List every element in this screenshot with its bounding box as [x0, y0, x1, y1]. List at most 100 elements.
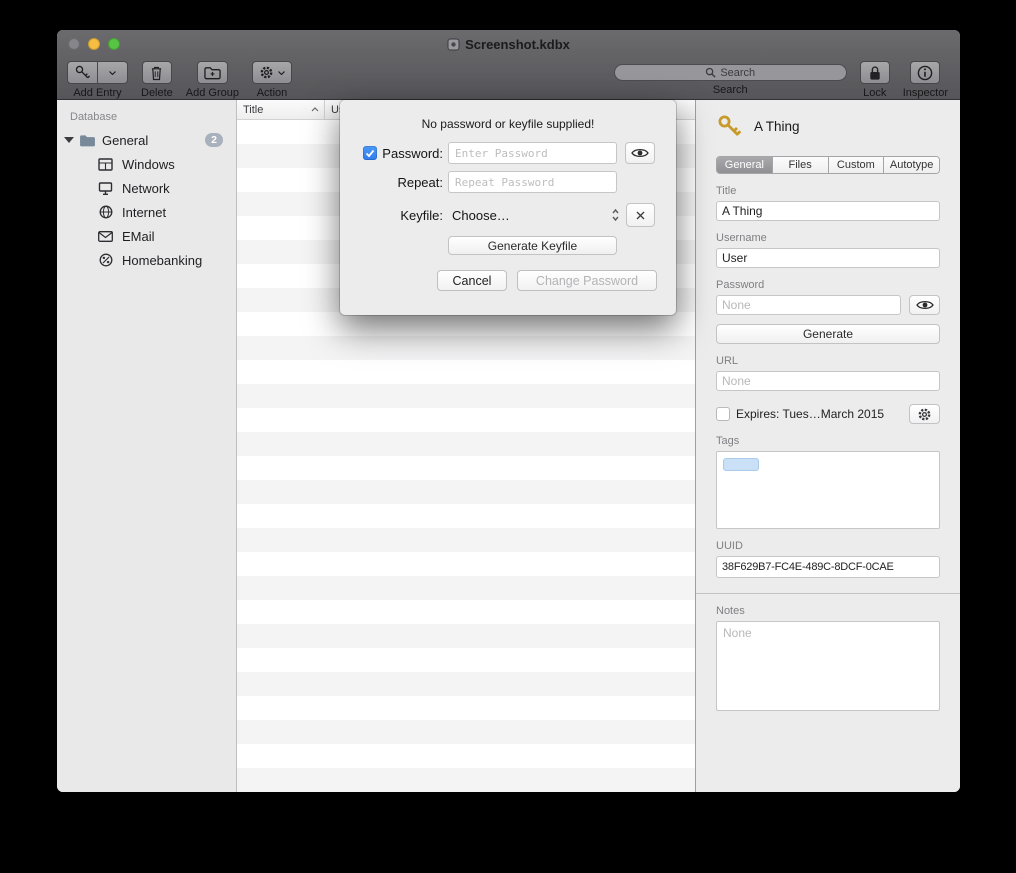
list-row[interactable] [237, 552, 695, 576]
tags-field[interactable] [716, 451, 940, 529]
dialog-repeat-input[interactable] [448, 171, 617, 193]
inspector-button[interactable] [910, 61, 940, 84]
toolbar-item-inspector: Inspector [903, 61, 948, 99]
lock-label: Lock [863, 87, 886, 99]
trash-icon [150, 65, 163, 81]
folder-plus-icon [204, 66, 221, 80]
list-row[interactable] [237, 336, 695, 360]
uuid-field[interactable] [716, 556, 940, 578]
list-row[interactable] [237, 456, 695, 480]
checkmark-icon [365, 149, 375, 158]
list-row[interactable] [237, 360, 695, 384]
keyfile-popup-button[interactable]: Choose… [448, 203, 622, 227]
list-row[interactable] [237, 408, 695, 432]
group-label: Homebanking [122, 253, 202, 268]
list-row[interactable] [237, 768, 695, 792]
list-row[interactable] [237, 384, 695, 408]
delete-button[interactable] [142, 61, 172, 84]
dialog-password-label: Password: [382, 146, 443, 161]
group-label: General [102, 133, 205, 148]
entry-key-icon [716, 113, 742, 139]
sidebar-item-email[interactable]: EMail [57, 224, 236, 248]
list-row[interactable] [237, 624, 695, 648]
notes-field[interactable] [716, 621, 940, 711]
list-row[interactable] [237, 504, 695, 528]
toolbar-item-lock: Lock [860, 61, 890, 99]
url-field-label: URL [716, 355, 940, 367]
search-input[interactable]: Search [614, 64, 847, 81]
dialog-repeat-label: Repeat: [397, 175, 443, 190]
list-row[interactable] [237, 648, 695, 672]
entry-count-badge: 2 [205, 133, 223, 147]
homebanking-icon [97, 253, 114, 267]
password-checkbox[interactable] [363, 146, 377, 160]
disclosure-triangle-icon[interactable] [64, 137, 74, 143]
username-field[interactable] [716, 248, 940, 268]
sidebar: Database General 2 Windows Network Inter… [57, 100, 237, 792]
dialog-password-input[interactable] [448, 142, 617, 164]
list-row[interactable] [237, 480, 695, 504]
toolbar-item-search: Search Search [614, 61, 847, 96]
generate-password-button[interactable]: Generate [716, 324, 940, 344]
title-field[interactable] [716, 201, 940, 221]
dialog-message: No password or keyfile supplied! [340, 117, 676, 131]
list-row[interactable] [237, 696, 695, 720]
uuid-field-label: UUID [716, 540, 940, 552]
tab-general[interactable]: General [717, 157, 772, 173]
generate-keyfile-button[interactable]: Generate Keyfile [448, 236, 617, 255]
change-password-button[interactable]: Change Password [517, 270, 657, 291]
list-row[interactable] [237, 600, 695, 624]
inspector-label: Inspector [903, 87, 948, 99]
add-entry-button[interactable] [67, 61, 98, 84]
tab-files[interactable]: Files [772, 157, 828, 173]
entry-title: A Thing [754, 119, 800, 134]
lock-button[interactable] [860, 61, 890, 84]
list-row[interactable] [237, 528, 695, 552]
eye-icon [631, 147, 649, 159]
change-password-dialog: No password or keyfile supplied! Passwor… [340, 100, 676, 315]
url-field[interactable] [716, 371, 940, 391]
sidebar-item-homebanking[interactable]: Homebanking [57, 248, 236, 272]
lock-icon [868, 65, 882, 81]
tag-chip[interactable] [723, 458, 759, 471]
title-field-label: Title [716, 185, 940, 197]
group-label: EMail [122, 229, 155, 244]
search-icon [705, 67, 716, 78]
list-row[interactable] [237, 312, 695, 336]
document-icon [447, 38, 460, 51]
add-group-button[interactable] [197, 61, 228, 84]
gear-icon [259, 65, 274, 80]
folder-icon [79, 134, 96, 147]
clear-keyfile-button[interactable] [626, 203, 655, 227]
list-row[interactable] [237, 576, 695, 600]
inspector-tabs: General Files Custom Autotype [716, 156, 940, 174]
list-row[interactable] [237, 432, 695, 456]
sidebar-section-header: Database [70, 111, 236, 123]
sidebar-item-windows[interactable]: Windows [57, 152, 236, 176]
expires-checkbox[interactable] [716, 407, 730, 421]
tab-autotype[interactable]: Autotype [883, 157, 939, 173]
toolbar: Add Entry Delete Add Group Action [57, 58, 960, 100]
search-placeholder-text: Search [720, 67, 755, 79]
group-label: Network [122, 181, 170, 196]
toolbar-item-add-entry: Add Entry [67, 61, 128, 99]
list-row[interactable] [237, 720, 695, 744]
sidebar-item-network[interactable]: Network [57, 176, 236, 200]
password-field[interactable] [716, 295, 901, 315]
username-field-label: Username [716, 232, 940, 244]
column-header-title[interactable]: Title [237, 100, 325, 119]
list-row[interactable] [237, 744, 695, 768]
expires-settings-button[interactable] [909, 404, 940, 424]
action-button[interactable] [252, 61, 292, 84]
sidebar-item-general[interactable]: General 2 [57, 128, 236, 152]
sidebar-item-internet[interactable]: Internet [57, 200, 236, 224]
add-entry-menu-button[interactable] [98, 61, 128, 84]
list-row[interactable] [237, 672, 695, 696]
cancel-button[interactable]: Cancel [437, 270, 507, 291]
reveal-password-button[interactable] [909, 295, 940, 315]
chevron-down-icon [109, 71, 116, 75]
tab-custom[interactable]: Custom [828, 157, 884, 173]
inspector-panel: A Thing General Files Custom Autotype Ti… [695, 100, 960, 792]
key-icon [74, 64, 91, 81]
dialog-reveal-password-button[interactable] [625, 142, 655, 164]
